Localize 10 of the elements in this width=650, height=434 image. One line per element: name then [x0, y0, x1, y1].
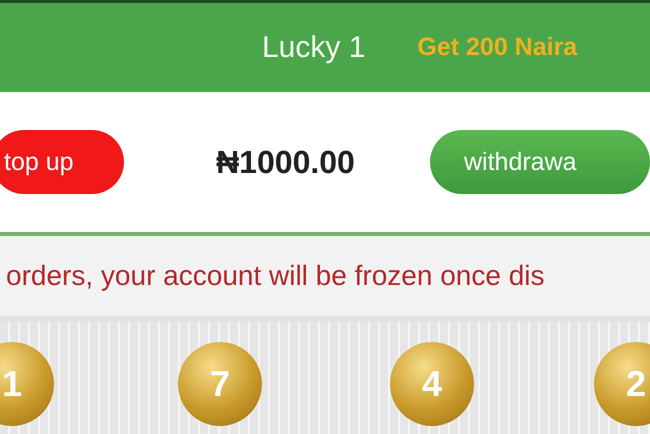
- page-title: Lucky 1: [262, 30, 366, 64]
- number-ball: 1: [0, 342, 54, 426]
- promo-text: Get 200 Naira: [417, 33, 578, 62]
- number-ball: 2: [594, 342, 650, 426]
- number-ball: 4: [390, 342, 474, 426]
- top-up-button[interactable]: top up: [0, 130, 124, 194]
- balance-amount: ₦1000.00: [216, 144, 356, 180]
- notice-text: orders, your account will be frozen once dis: [5, 260, 544, 292]
- number-ball: 7: [178, 342, 262, 426]
- withdraw-button[interactable]: withdrawa: [430, 130, 650, 194]
